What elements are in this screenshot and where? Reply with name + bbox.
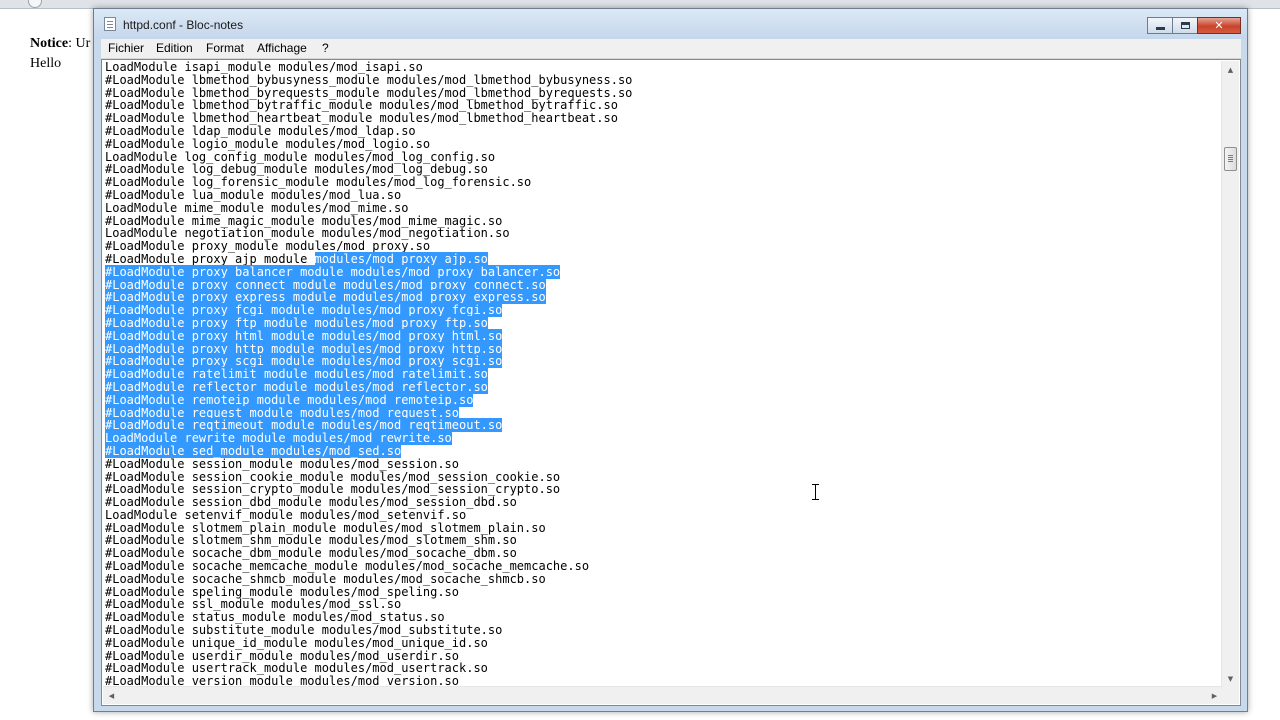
text-line[interactable]: #LoadModule remoteip_module modules/mod_… <box>105 392 632 407</box>
grip-icon <box>1228 155 1233 156</box>
text-line[interactable]: #LoadModule version_module modules/mod_v… <box>105 675 632 686</box>
menu-help[interactable]: ? <box>322 41 329 55</box>
menu-format[interactable]: Format <box>206 41 244 55</box>
background-button-icon <box>28 0 42 8</box>
selected-text: LoadModule rewrite_module modules/mod_re… <box>105 431 452 446</box>
menu-fichier[interactable]: Fichier <box>108 41 144 55</box>
selected-text: #LoadModule reflector_module modules/mod… <box>105 379 488 394</box>
scrollbar-corner <box>1222 687 1239 704</box>
text-line[interactable]: #LoadModule proxy_html_module modules/mo… <box>105 328 632 343</box>
notepad-icon[interactable] <box>104 17 116 31</box>
background-hello-text: Hello <box>30 56 62 71</box>
maximize-button[interactable] <box>1172 17 1198 34</box>
scroll-right-arrow-icon[interactable]: ▶ <box>1206 687 1223 704</box>
text-editor[interactable]: LoadModule isapi_module modules/mod_isap… <box>101 59 1241 706</box>
background-notice-text: Notice: Ur <box>30 36 90 52</box>
minimize-button[interactable] <box>1147 17 1173 34</box>
text-line[interactable]: #LoadModule ratelimit_module modules/mod… <box>105 367 632 382</box>
menu-bar: Fichier Edition Format Affichage ? <box>101 39 1241 59</box>
text-line[interactable]: #LoadModule proxy_ajp_module modules/mod… <box>105 251 632 266</box>
text-cursor-icon <box>811 484 820 500</box>
line-text: #LoadModule proxy_ajp_module <box>105 251 315 266</box>
vertical-scrollbar[interactable]: ▲ ▼ <box>1221 61 1239 687</box>
text-line[interactable]: #LoadModule proxy_ftp_module modules/mod… <box>105 315 632 330</box>
title-bar[interactable]: httpd.conf - Bloc-notes ✕ <box>94 9 1247 39</box>
selected-text: modules/mod_proxy_ajp.so <box>314 251 488 266</box>
minimize-icon <box>1155 27 1165 30</box>
window-title: httpd.conf - Bloc-notes <box>123 18 244 32</box>
scroll-up-arrow-icon[interactable]: ▲ <box>1222 61 1239 78</box>
close-icon: ✕ <box>1214 19 1224 32</box>
selected-text: #LoadModule proxy_ftp_module modules/mod… <box>105 315 488 330</box>
menu-affichage[interactable]: Affichage <box>257 41 307 55</box>
window-controls: ✕ <box>1147 17 1241 35</box>
text-line[interactable]: LoadModule rewrite_module modules/mod_re… <box>105 431 632 446</box>
selected-text: #LoadModule remoteip_module modules/mod_… <box>105 392 474 407</box>
line-text: #LoadModule version_module modules/mod_v… <box>105 674 460 686</box>
text-content[interactable]: LoadModule isapi_module modules/mod_isap… <box>105 61 632 686</box>
text-line[interactable]: #LoadModule proxy_balancer_module module… <box>105 264 632 279</box>
text-area[interactable]: LoadModule isapi_module modules/mod_isap… <box>103 61 1223 686</box>
horizontal-scrollbar[interactable]: ◀ ▶ <box>103 686 1223 704</box>
notice-label: Notice <box>30 36 69 51</box>
notice-rest: : Ur <box>68 36 91 51</box>
scroll-down-arrow-icon[interactable]: ▼ <box>1222 670 1239 687</box>
maximize-icon <box>1180 22 1190 29</box>
close-button[interactable]: ✕ <box>1197 17 1241 34</box>
selected-text: #LoadModule proxy_html_module modules/mo… <box>105 328 503 343</box>
text-line[interactable]: #LoadModule reflector_module modules/mod… <box>105 379 632 394</box>
scroll-left-arrow-icon[interactable]: ◀ <box>103 687 120 704</box>
notepad-window: httpd.conf - Bloc-notes ✕ Fichier Editio… <box>93 8 1248 712</box>
menu-edition[interactable]: Edition <box>156 41 193 55</box>
vertical-scroll-thumb[interactable] <box>1224 147 1237 171</box>
selected-text: #LoadModule proxy_balancer_module module… <box>105 264 561 279</box>
